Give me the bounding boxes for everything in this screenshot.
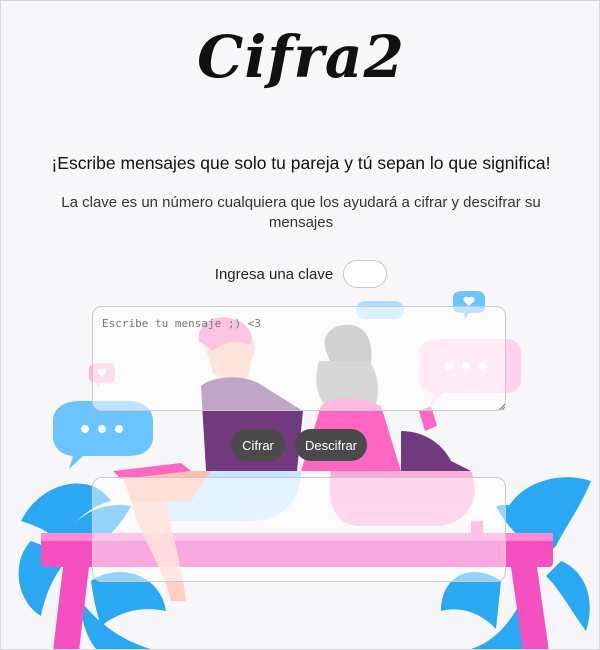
encrypt-button[interactable]: Cifrar [231,429,285,461]
app-window: Cifra2 ¡Escribe mensajes que solo tu par… [0,0,600,650]
key-label: Ingresa una clave [214,265,334,283]
output-box[interactable] [92,477,506,582]
page-headline: ¡Escribe mensajes que solo tu pareja y t… [51,153,551,173]
key-description: La clave es un número cualquiera que los… [61,194,541,231]
logo: Cifra2 [197,23,405,91]
key-row: Ingresa una clave [1,257,599,291]
resize-grip-icon[interactable] [498,403,506,411]
decrypt-button[interactable]: Descifrar [295,429,367,461]
key-input[interactable] [343,260,388,288]
main-content: Cifra2 ¡Escribe mensajes que solo tu par… [1,1,599,649]
message-input[interactable] [92,306,506,411]
